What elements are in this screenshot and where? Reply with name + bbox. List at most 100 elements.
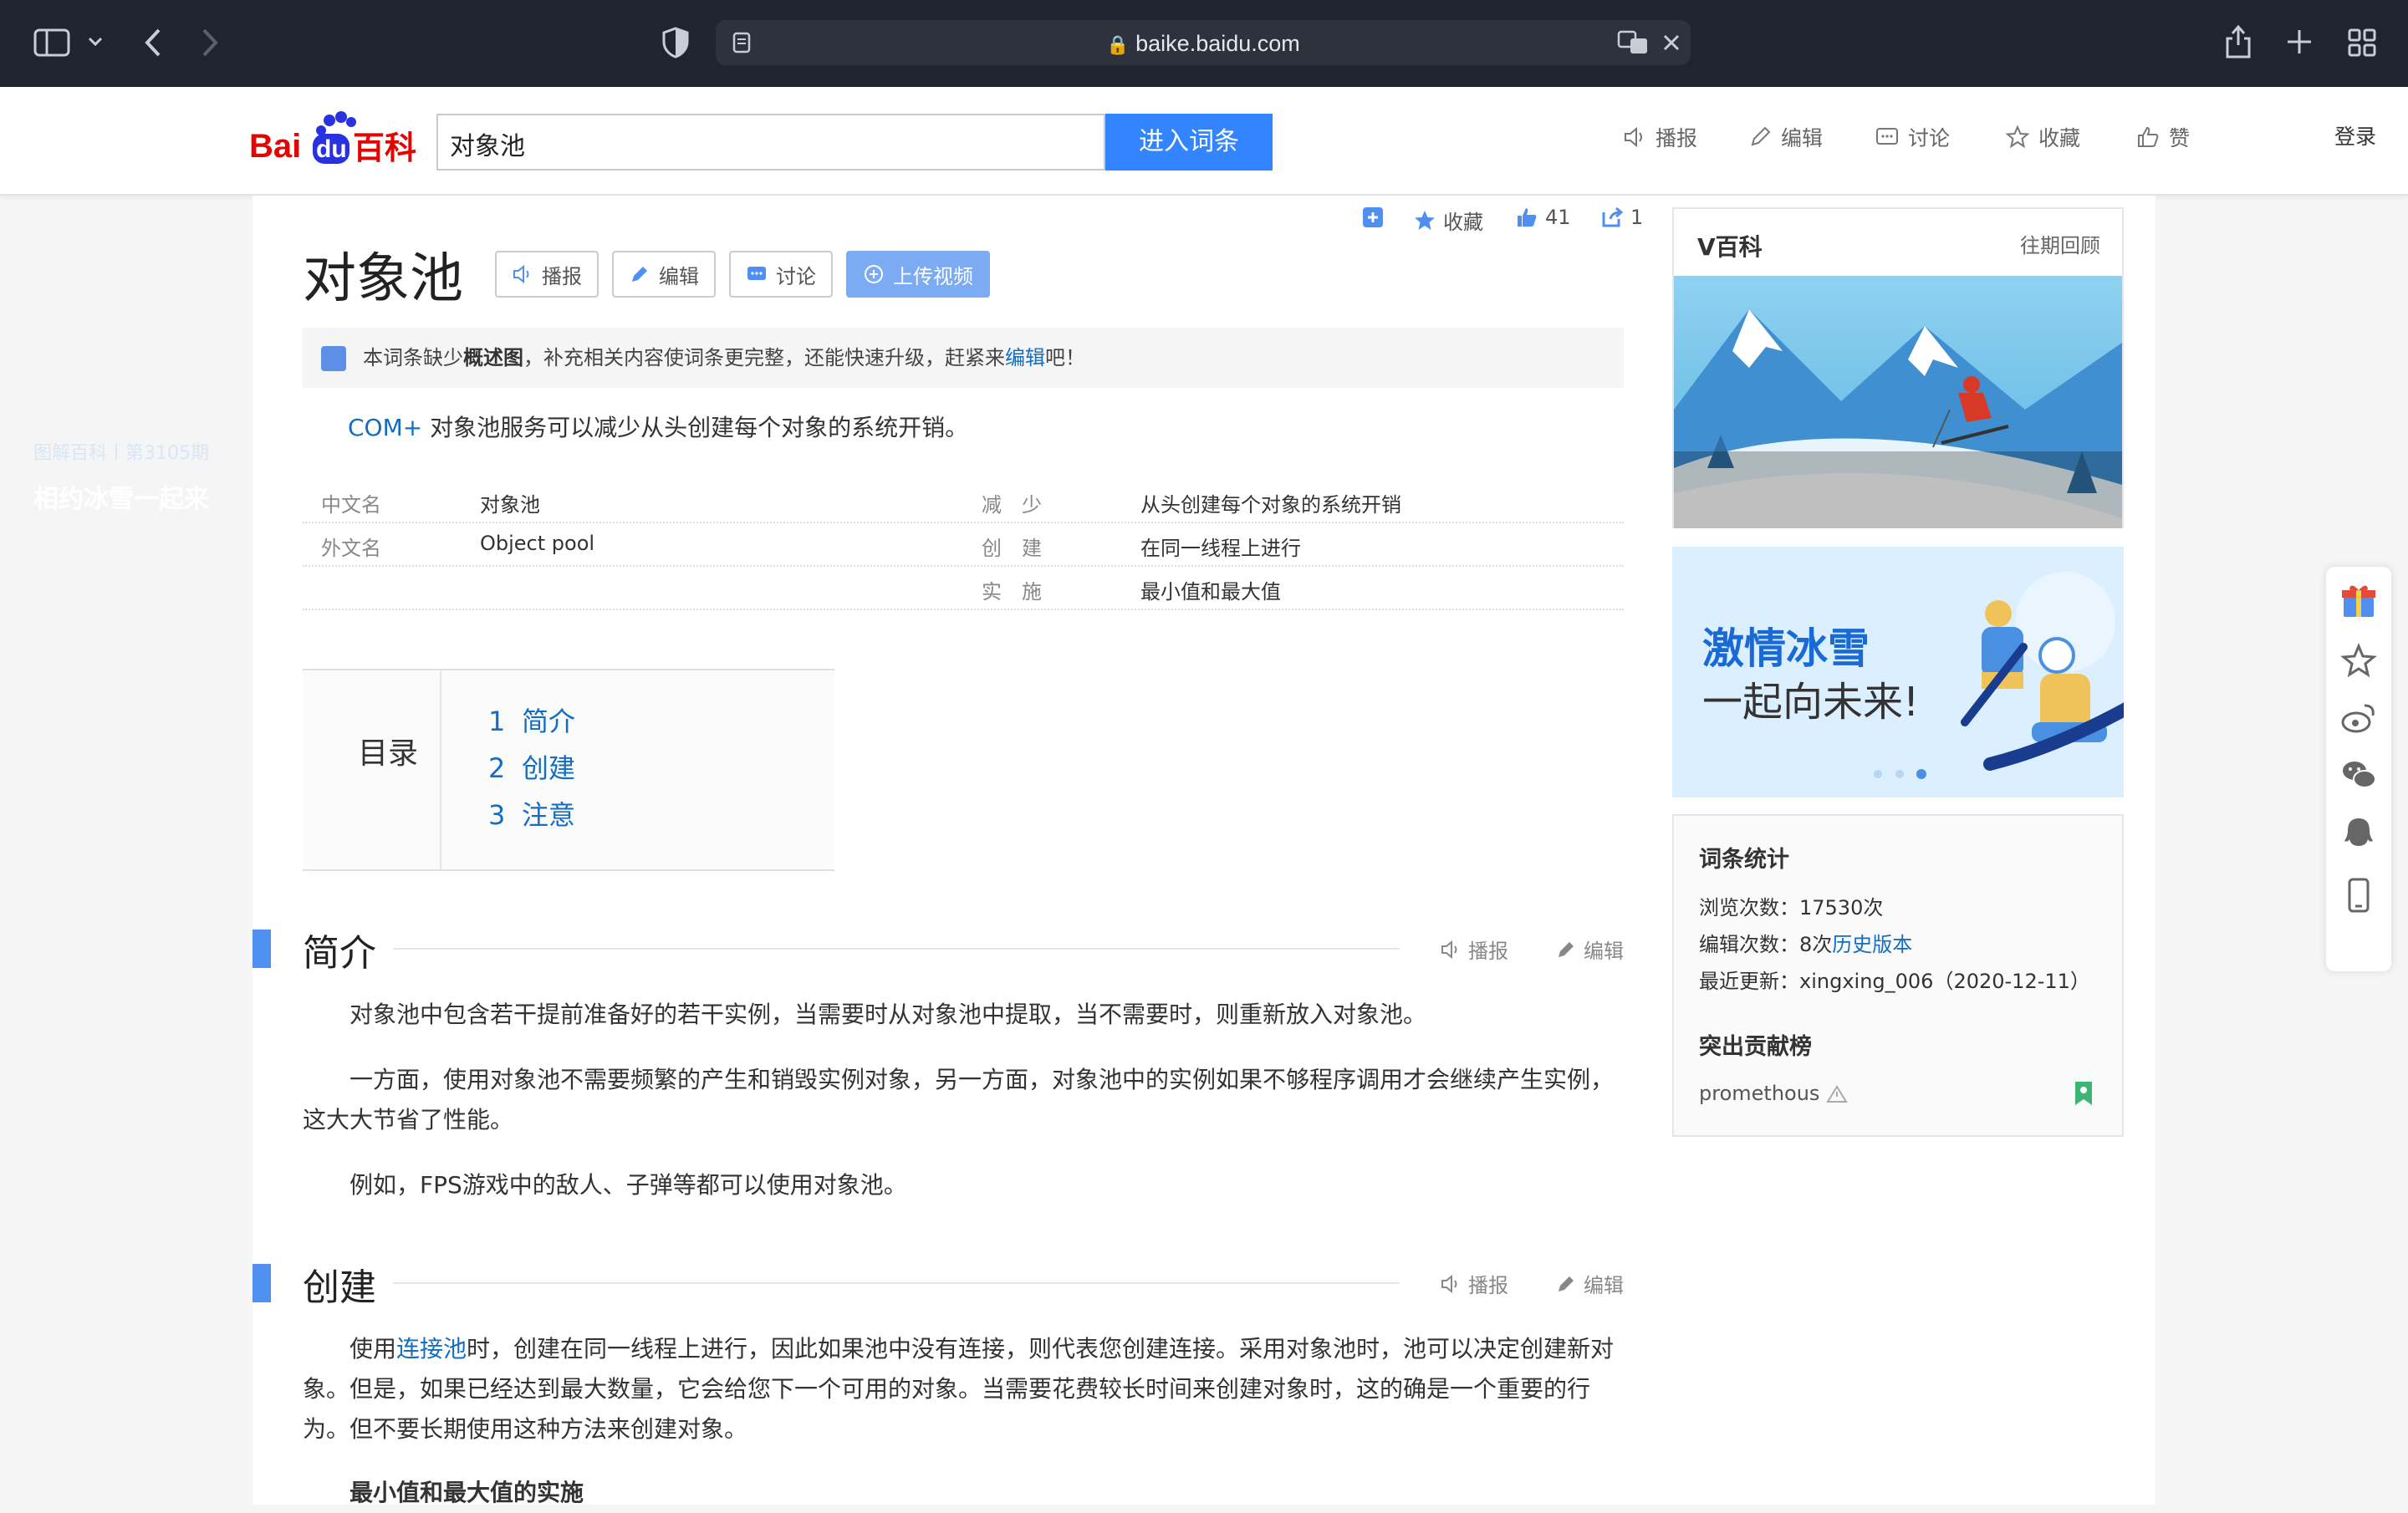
upload-video-button[interactable]: 上传视频 bbox=[846, 251, 990, 298]
header-favorite-button[interactable]: 收藏 bbox=[2005, 120, 2080, 154]
contributor-name[interactable]: promethous bbox=[1699, 1082, 1848, 1105]
section-edit-button[interactable]: 编辑 bbox=[1555, 935, 1624, 964]
weibo-icon[interactable] bbox=[2339, 699, 2378, 737]
toc-item[interactable]: 3 注意 bbox=[488, 794, 575, 833]
favorite-label: 收藏 bbox=[1443, 211, 1483, 234]
speaker-icon bbox=[1441, 1274, 1457, 1293]
edit-notice-icon bbox=[321, 346, 346, 371]
section-title-intro: 简介 bbox=[303, 932, 376, 975]
basic-info-key: 创 建 bbox=[982, 537, 1042, 560]
baidu-baike-logo[interactable]: Bai du 百科 bbox=[249, 109, 425, 167]
header-listen-button[interactable]: 播报 bbox=[1622, 120, 1697, 154]
winter-sports-banner[interactable]: 激情冰雪 一起向未来! bbox=[1672, 547, 2124, 797]
translate-icon[interactable] bbox=[1617, 30, 1650, 55]
basic-info-value: 对象池 bbox=[480, 493, 540, 517]
mobile-icon[interactable] bbox=[2339, 876, 2378, 914]
com-plus-link[interactable]: COM+ bbox=[348, 414, 422, 441]
header-discuss-label: 讨论 bbox=[1908, 126, 1951, 150]
login-link[interactable]: 登录 bbox=[2334, 120, 2376, 150]
search-input[interactable]: 对象池 bbox=[436, 114, 1105, 171]
notice-bold: 概述图 bbox=[463, 346, 523, 369]
enter-entry-button[interactable]: 进入词条 bbox=[1105, 114, 1273, 171]
connection-pool-link[interactable]: 连接池 bbox=[396, 1335, 467, 1363]
section-marker bbox=[253, 1264, 271, 1302]
thumbs-up-icon bbox=[2138, 126, 2159, 147]
page-title: 对象池 bbox=[303, 248, 463, 310]
section-rule bbox=[393, 1282, 1400, 1284]
sidebar-toggle-icon[interactable] bbox=[33, 28, 70, 57]
share-icon[interactable] bbox=[2224, 23, 2252, 60]
chevron-down-icon[interactable] bbox=[87, 35, 104, 48]
table-of-contents: 目录 1 简介 2 创建 3 注意 bbox=[303, 669, 834, 871]
title-discuss-button[interactable]: 讨论 bbox=[729, 251, 833, 298]
past-issues-link[interactable]: 往期回顾 bbox=[2020, 229, 2100, 258]
wechat-icon[interactable] bbox=[2339, 756, 2378, 794]
section-listen-button[interactable]: 播报 bbox=[1440, 935, 1508, 964]
edit-label: 编辑 bbox=[659, 264, 699, 288]
share-arrow-icon bbox=[1602, 206, 1624, 227]
header-discuss-button[interactable]: 讨论 bbox=[1875, 120, 1950, 154]
plus-square-icon bbox=[1363, 207, 1383, 227]
star-icon[interactable] bbox=[2339, 642, 2378, 680]
lead-summary: COM+ 对象池服务可以减少从头创建每个对象的系统开销。 bbox=[348, 410, 968, 443]
header-like-button[interactable]: 赞 bbox=[2135, 120, 2190, 154]
header-favorite-label: 收藏 bbox=[2038, 126, 2081, 150]
section-rule bbox=[393, 948, 1400, 950]
title-edit-button[interactable]: 编辑 bbox=[612, 251, 716, 298]
pencil-icon bbox=[632, 267, 647, 282]
article-like-button[interactable]: 41 bbox=[1515, 206, 1571, 229]
section-edit-button[interactable]: 编辑 bbox=[1555, 1269, 1624, 1298]
close-icon[interactable] bbox=[1662, 33, 1681, 52]
v-baike-caption: 相约冰雪一起来 bbox=[33, 485, 209, 514]
speaker-icon bbox=[513, 264, 529, 284]
basic-info-value: 从头创建每个对象的系统开销 bbox=[1140, 493, 1401, 517]
back-icon[interactable] bbox=[142, 27, 162, 59]
warning-triangle-icon bbox=[1826, 1085, 1848, 1103]
header-listen-label: 播报 bbox=[1656, 126, 1698, 150]
ski-illustration[interactable] bbox=[1674, 276, 2122, 528]
svg-text:百科: 百科 bbox=[353, 130, 416, 166]
toc-item[interactable]: 2 创建 bbox=[488, 747, 575, 786]
basic-info-key: 实 施 bbox=[982, 580, 1042, 604]
contributors-title: 突出贡献榜 bbox=[1699, 1034, 1812, 1060]
section-marker bbox=[253, 930, 271, 968]
banner-headline: 激情冰雪 bbox=[1702, 624, 1870, 673]
subheading: 最小值和最大值的实施 bbox=[349, 1479, 584, 1506]
basic-info-value: 最小值和最大值 bbox=[1140, 580, 1281, 604]
updated-value: xingxing_006（2020-12-11） bbox=[1799, 970, 2090, 993]
stats-title: 词条统计 bbox=[1699, 847, 1789, 873]
notice-text-3: 吧！ bbox=[1045, 346, 1085, 369]
article-share-button[interactable]: 1 bbox=[1600, 206, 1643, 229]
lead-text: 对象池服务可以减少从头创建每个对象的系统开销。 bbox=[422, 414, 969, 441]
qq-icon[interactable] bbox=[2339, 814, 2378, 853]
gift-icon[interactable] bbox=[2339, 582, 2378, 620]
url-text: 🔒 baike.baidu.com bbox=[1106, 31, 1300, 56]
svg-text:du: du bbox=[316, 135, 347, 163]
paragraph: 使用连接池时，创建在同一线程上进行，因此如果池中没有连接，则代表您创建连接。采用… bbox=[303, 1329, 1624, 1449]
add-button[interactable] bbox=[1361, 206, 1385, 229]
shares-count: 1 bbox=[1630, 206, 1644, 229]
history-version-link[interactable]: 历史版本 bbox=[1832, 933, 1912, 956]
header-edit-button[interactable]: 编辑 bbox=[1747, 120, 1823, 154]
title-listen-button[interactable]: 播报 bbox=[495, 251, 599, 298]
toc-item[interactable]: 1 简介 bbox=[488, 700, 575, 739]
comment-icon bbox=[747, 267, 766, 280]
new-tab-icon[interactable] bbox=[2286, 28, 2313, 55]
section-title-create: 创建 bbox=[303, 1266, 376, 1309]
article-favorite-button[interactable]: 收藏 bbox=[1413, 206, 1483, 235]
bookmark-badge-icon[interactable] bbox=[2074, 1080, 2094, 1107]
basic-info-key: 减 少 bbox=[982, 493, 1042, 517]
thumbs-up-filled-icon bbox=[1518, 208, 1537, 227]
section-edit-label: 编辑 bbox=[1584, 940, 1624, 963]
toc-title: 目录 bbox=[358, 736, 419, 771]
privacy-shield-icon[interactable] bbox=[662, 27, 689, 59]
forward-icon[interactable] bbox=[201, 27, 221, 59]
address-bar[interactable]: 🔒 baike.baidu.com bbox=[716, 20, 1691, 65]
notice-edit-link[interactable]: 编辑 bbox=[1005, 346, 1045, 369]
header-edit-label: 编辑 bbox=[1781, 126, 1824, 150]
paragraph: 例如，FPS游戏中的敌人、子弹等都可以使用对象池。 bbox=[349, 1171, 907, 1199]
section-listen-button[interactable]: 播报 bbox=[1440, 1269, 1508, 1298]
site-header: Bai du 百科 对象池 进入词条 播报 编辑 讨论 收藏 赞 登录 bbox=[0, 87, 2408, 196]
tab-overview-icon[interactable] bbox=[2348, 28, 2376, 57]
toc-label: 注意 bbox=[522, 799, 576, 831]
